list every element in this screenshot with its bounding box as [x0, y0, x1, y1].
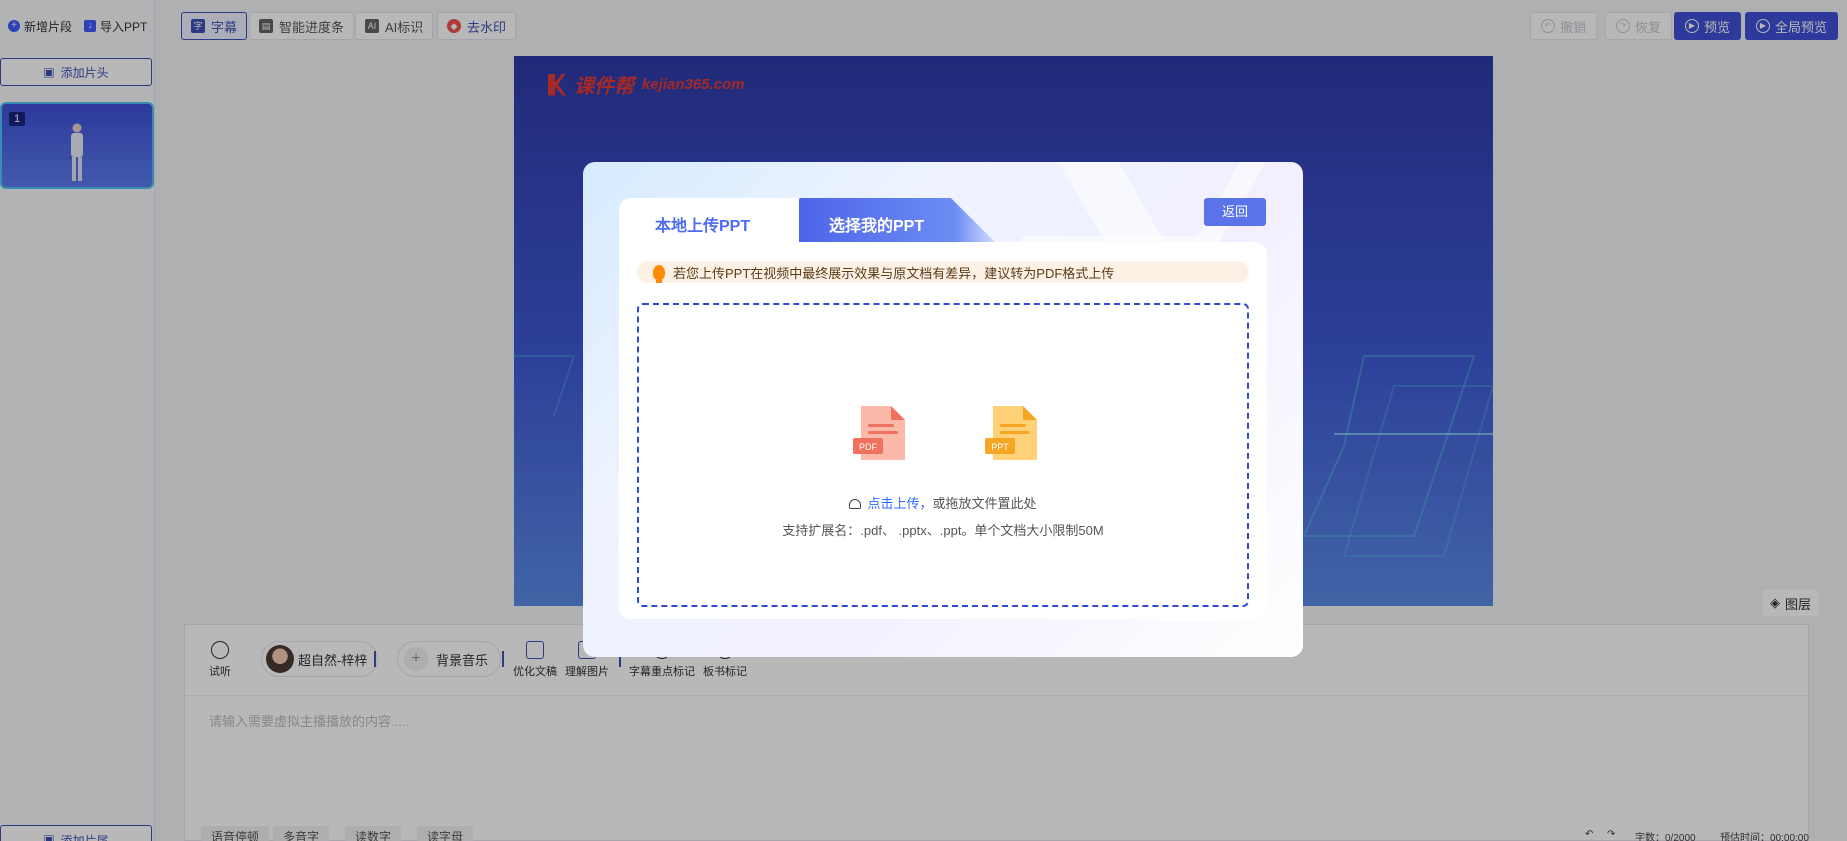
upload-hint: 点击上传，或拖放文件置此处	[639, 493, 1247, 512]
click-upload-link[interactable]: 点击上传，	[867, 496, 932, 511]
tab-my-ppt[interactable]: 选择我的PPT	[787, 198, 997, 244]
pdf-file-icon: PDF	[853, 406, 905, 460]
cloud-upload-icon	[849, 499, 862, 509]
back-button[interactable]: 返回	[1204, 198, 1266, 226]
svg-text:PDF: PDF	[859, 442, 878, 452]
svg-text:PPT: PPT	[991, 442, 1009, 452]
ppt-file-icon: PPT	[985, 406, 1037, 460]
upload-panel: 若您上传PPT在视频中最终展示效果与原文档有差异，建议转为PDF格式上传 PDF…	[619, 242, 1267, 619]
supported-formats: 支持扩展名：.pdf、 .pptx、.ppt。单个文档大小限制50M	[782, 523, 1104, 538]
upload-ppt-dialog: 选择我的PPT 本地上传PPT 返回 若您上传PPT在视频中最终展示效果与原文档…	[583, 162, 1303, 657]
lightbulb-icon	[653, 264, 665, 283]
file-dropzone[interactable]: PDF PPT 点击上传，或拖放文件置此处 支持扩展名：.pdf、 .pptx、…	[637, 303, 1249, 607]
tab-local-upload[interactable]: 本地上传PPT	[619, 198, 799, 242]
format-notice: 若您上传PPT在视频中最终展示效果与原文档有差异，建议转为PDF格式上传	[637, 261, 1249, 283]
